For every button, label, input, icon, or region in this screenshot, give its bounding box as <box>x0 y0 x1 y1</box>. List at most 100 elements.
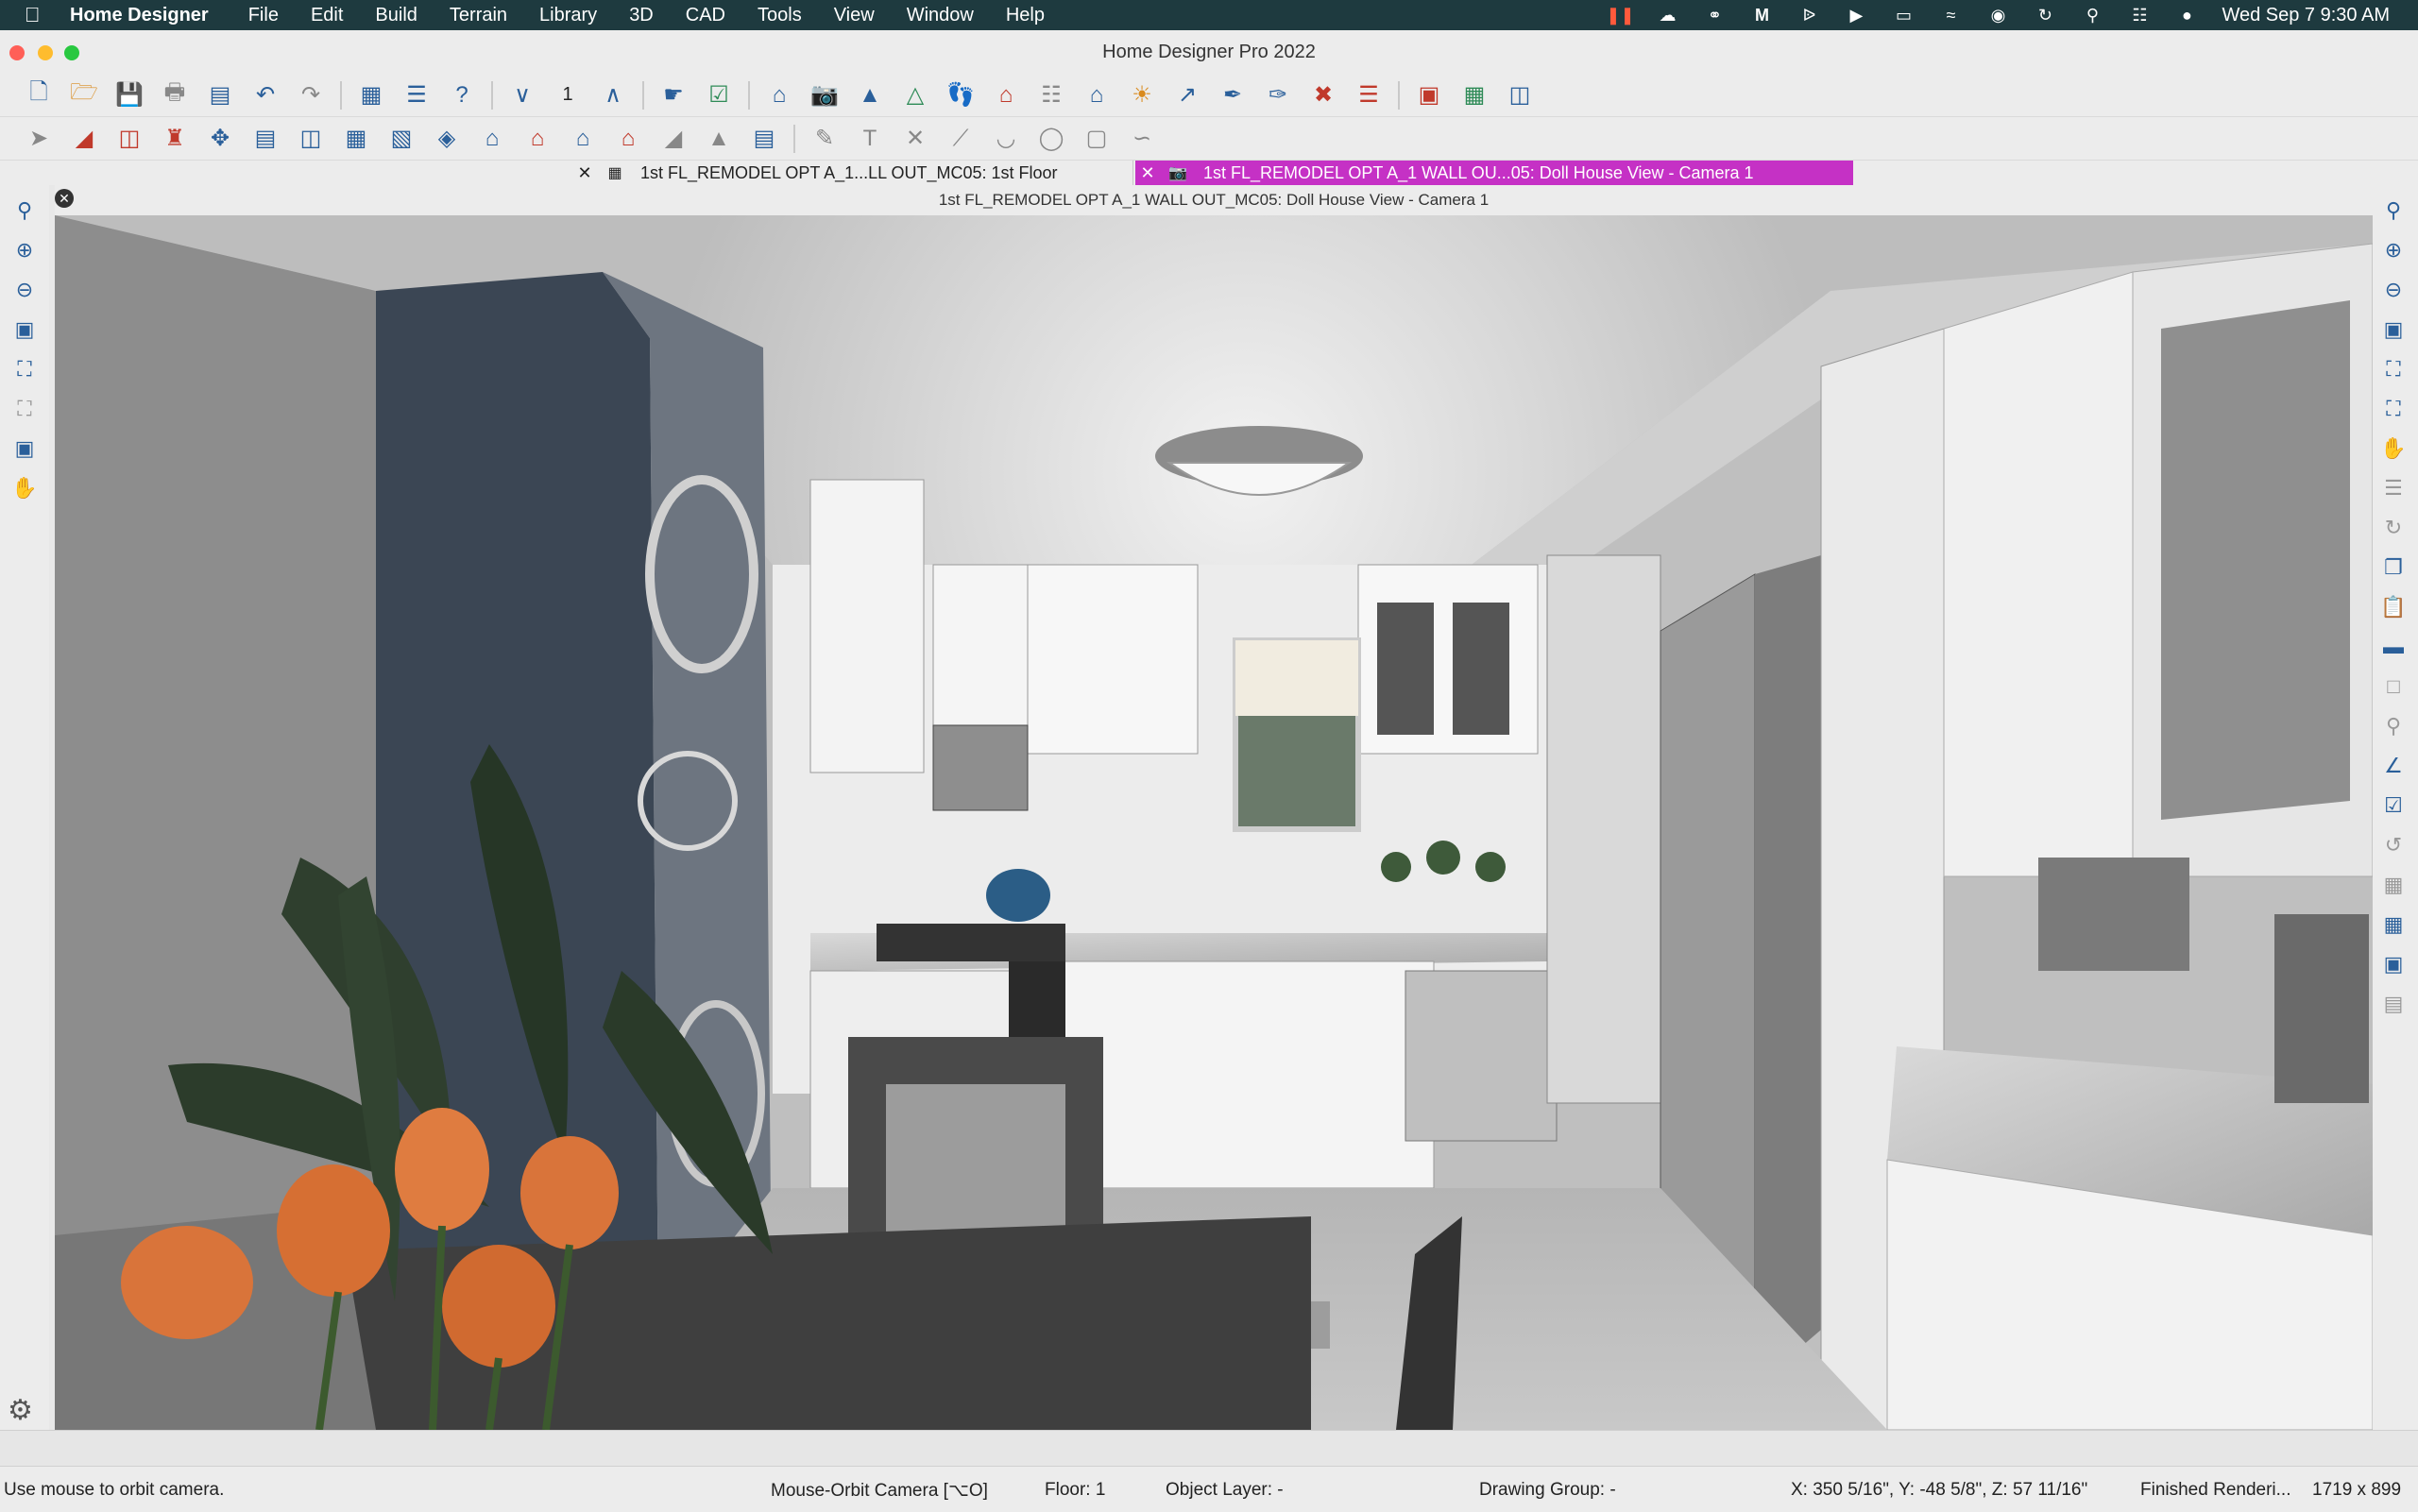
window-close-button[interactable] <box>9 45 25 60</box>
floor-tool-icon[interactable]: ◈ <box>431 123 463 155</box>
object-snap-icon[interactable]: ▣ <box>2377 948 2409 980</box>
menu-view[interactable]: View <box>834 5 875 26</box>
close-icon[interactable]: ✕ <box>1135 163 1160 183</box>
close-view-icon[interactable]: ✕ <box>55 189 74 208</box>
zoom-box-icon[interactable]: ▣ <box>2377 314 2409 346</box>
zoom-in-icon[interactable]: ⊕ <box>2377 234 2409 266</box>
plan-view-icon[interactable]: ▦ <box>355 79 387 111</box>
menu-3d[interactable]: 3D <box>629 5 654 26</box>
line-tool-icon[interactable]: ⟋ <box>945 123 977 155</box>
save-icon[interactable]: 💾 <box>113 79 145 111</box>
library-browser-icon[interactable]: ☰ <box>400 79 433 111</box>
window-minimize-button[interactable] <box>38 45 53 60</box>
bluetooth-icon[interactable]: ᐉ <box>1796 6 1821 25</box>
recording-icon[interactable]: ❚❚ <box>1606 6 1634 25</box>
tab-1st-floor[interactable]: ✕ ▦ 1st FL_REMODEL OPT A_1...LL OUT_MC05… <box>572 161 1133 185</box>
menubar-clock[interactable]: Wed Sep 7 9:30 AM <box>2222 5 2390 26</box>
copy-icon[interactable]: ❐ <box>2377 552 2409 584</box>
text-tool-icon[interactable]: T <box>854 123 886 155</box>
close-icon[interactable]: ✕ <box>572 163 597 183</box>
redo-icon[interactable]: ↷ <box>295 79 327 111</box>
x-line-icon[interactable]: ✕ <box>899 123 931 155</box>
spline-tool-icon[interactable]: ∽ <box>1126 123 1158 155</box>
fit-all-icon[interactable]: ▣ <box>9 433 41 465</box>
menu-cad[interactable]: CAD <box>686 5 725 26</box>
gear-icon[interactable]: ⚙ <box>8 1394 33 1427</box>
fixture-tool-icon[interactable]: ▧ <box>385 123 417 155</box>
window-zoom-button[interactable] <box>64 45 79 60</box>
new-file-icon[interactable]: 🗋 <box>23 79 55 111</box>
roof-tool-icon[interactable]: ⌂ <box>521 123 553 155</box>
paste-icon[interactable]: 📋 <box>2377 591 2409 623</box>
select-objects-icon[interactable]: ➤ <box>23 123 55 155</box>
help-icon[interactable]: ? <box>446 79 478 111</box>
print-preview-icon[interactable]: ▤ <box>204 79 236 111</box>
rectangle-tool-icon[interactable]: ▢ <box>1081 123 1113 155</box>
menu-edit[interactable]: Edit <box>311 5 343 26</box>
terrain-tool-icon[interactable]: ▲ <box>703 123 735 155</box>
fill-building-icon[interactable]: ⛶ <box>9 393 41 425</box>
menu-tools[interactable]: Tools <box>758 5 802 26</box>
room-tool-icon[interactable]: ⌂ <box>476 123 508 155</box>
menu-app-name[interactable]: Home Designer <box>70 5 209 26</box>
delete-material-icon[interactable]: ✖ <box>1307 79 1339 111</box>
layer-display-icon[interactable]: ☑ <box>703 79 735 111</box>
edit-tool-icon[interactable]: ☛ <box>657 79 690 111</box>
angle-snap-icon[interactable]: ☑ <box>2377 790 2409 822</box>
undo-zoom-icon[interactable]: ⚲ <box>2377 195 2409 227</box>
play-icon[interactable]: ▶ <box>1844 6 1868 25</box>
sync-icon[interactable]: ⚭ <box>1702 6 1727 25</box>
zoom-in-icon[interactable]: ⊕ <box>9 234 41 266</box>
elevation-view-icon[interactable]: ▲ <box>854 79 886 111</box>
dormer-tool-icon[interactable]: ⌂ <box>567 123 599 155</box>
fill-window-icon[interactable]: ⛶ <box>9 353 41 385</box>
doll-house-icon[interactable]: ⌂ <box>990 79 1022 111</box>
pan-hand-icon[interactable]: ✋ <box>2377 433 2409 465</box>
walkthrough-icon[interactable]: 👣 <box>945 79 977 111</box>
floor-plan-view-icon[interactable]: ⌂ <box>763 79 795 111</box>
undo-zoom-icon[interactable]: ⚲ <box>9 195 41 227</box>
open-object-icon[interactable]: □ <box>2377 671 2409 703</box>
zoom-box-icon[interactable]: ▣ <box>9 314 41 346</box>
material-eyedropper-icon[interactable]: ✒ <box>1217 79 1249 111</box>
menu-library[interactable]: Library <box>539 5 597 26</box>
door-tool-icon[interactable]: ▤ <box>249 123 281 155</box>
user-icon[interactable]: ◉ <box>1985 6 2010 25</box>
layers-icon[interactable]: ☰ <box>2377 472 2409 504</box>
dimension-tool-icon[interactable]: ✎ <box>809 123 841 155</box>
window-tool-icon[interactable]: ◫ <box>295 123 327 155</box>
apple-menu-icon[interactable]:  <box>25 3 53 27</box>
perspective-view-icon[interactable]: △ <box>899 79 931 111</box>
fill-window-icon[interactable]: ⛶ <box>2377 353 2409 385</box>
house-tool-icon[interactable]: ⌂ <box>612 123 644 155</box>
print-icon[interactable]: 🖶 <box>159 79 191 111</box>
full-overview-icon[interactable]: ⌂ <box>1081 79 1113 111</box>
siri-icon[interactable]: ● <box>2174 6 2199 25</box>
render-icon[interactable]: ☰ <box>1353 79 1385 111</box>
floor-down-icon[interactable]: ∨ <box>506 79 538 111</box>
snap-icon[interactable]: ∠ <box>2377 750 2409 782</box>
battery-icon[interactable]: ▭ <box>1891 6 1916 25</box>
wall-tool-icon[interactable]: ◢ <box>68 123 100 155</box>
spotlight-icon[interactable]: ⚲ <box>2080 6 2104 25</box>
rotate-icon[interactable]: ↺ <box>2377 829 2409 861</box>
menu-file[interactable]: File <box>248 5 279 26</box>
circle-tool-icon[interactable]: ◯ <box>1035 123 1067 155</box>
tile-windows-icon[interactable]: ◫ <box>1504 79 1536 111</box>
break-line-icon[interactable]: ✥ <box>204 123 236 155</box>
menu-window[interactable]: Window <box>907 5 974 26</box>
camera-icon[interactable]: 📷 <box>809 79 841 111</box>
image-export-icon[interactable]: ▦ <box>1458 79 1490 111</box>
material-painter-icon[interactable]: ✑ <box>1262 79 1294 111</box>
fill-style-icon[interactable]: ▤ <box>2377 988 2409 1020</box>
grid-snap-icon[interactable]: ▦ <box>2377 909 2409 941</box>
zoom-out-icon[interactable]: ⊖ <box>9 274 41 306</box>
open-folder-icon[interactable]: 🗁 <box>68 79 100 111</box>
zoom-out-icon[interactable]: ⊖ <box>2377 274 2409 306</box>
orbit-icon[interactable]: ↻ <box>2377 512 2409 544</box>
arc-tool-icon[interactable]: ◡ <box>990 123 1022 155</box>
slab-tool-icon[interactable]: ◢ <box>657 123 690 155</box>
grid-icon[interactable]: ▦ <box>2377 869 2409 901</box>
pan-hand-icon[interactable]: ✋ <box>9 472 41 504</box>
find-icon[interactable]: ⚲ <box>2377 710 2409 742</box>
